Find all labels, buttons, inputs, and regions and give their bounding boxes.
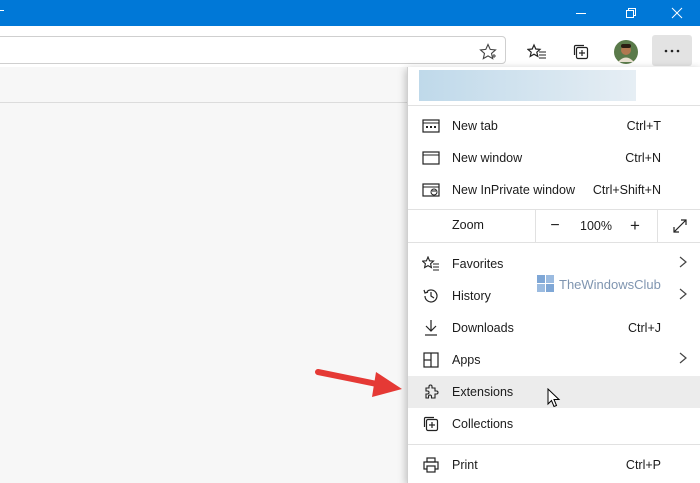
menu-item-shortcut: Ctrl+T <box>626 119 661 133</box>
menu-profile-header[interactable] <box>419 70 636 101</box>
close-icon <box>671 7 683 19</box>
minimize-button[interactable] <box>558 0 604 26</box>
menu-item-new-tab[interactable]: New tab Ctrl+T <box>408 110 700 142</box>
zoom-out-button[interactable]: − <box>541 210 569 242</box>
menu-separator <box>408 105 700 106</box>
restore-icon <box>626 8 636 18</box>
profile-button[interactable] <box>613 39 639 65</box>
new-window-icon <box>422 149 440 167</box>
collections-button[interactable] <box>570 42 592 62</box>
menu-item-label: History <box>452 289 491 303</box>
new-tab-icon <box>422 117 440 135</box>
address-bar[interactable] <box>0 36 506 64</box>
profile-avatar <box>614 40 638 64</box>
watermark-text: TheWindowsClub <box>559 276 661 292</box>
zoom-out-icon: − <box>550 217 560 234</box>
close-button[interactable] <box>654 0 700 26</box>
print-icon <box>422 456 440 474</box>
menu-item-label: New window <box>452 151 523 165</box>
mouse-cursor-icon <box>547 388 561 408</box>
title-bar-tab-edge <box>0 10 4 11</box>
favorites-icon <box>422 255 440 273</box>
menu-item-shortcut: Ctrl+J <box>628 321 661 335</box>
menu-item-label: New InPrivate window <box>452 183 575 197</box>
apps-icon <box>422 351 440 369</box>
restore-button[interactable] <box>608 0 654 26</box>
zoom-in-icon: + <box>630 216 640 235</box>
menu-item-label: Favorites <box>452 257 504 271</box>
collections-icon <box>573 44 589 60</box>
menu-separator <box>408 444 700 445</box>
zoom-value: 100% <box>580 219 612 233</box>
chevron-right-icon <box>679 255 687 273</box>
menu-item-shortcut: Ctrl+P <box>625 458 661 472</box>
zoom-row: Zoom − 100% + <box>408 210 700 242</box>
inprivate-icon <box>422 181 440 199</box>
menu-separator <box>408 242 700 243</box>
favorites-icon <box>527 43 546 59</box>
add-favorite-star-icon <box>479 43 497 60</box>
zoom-label: Zoom <box>452 218 484 232</box>
full-screen-icon <box>673 219 687 233</box>
download-icon <box>422 319 440 337</box>
title-bar <box>0 0 700 26</box>
chevron-right-icon <box>679 287 687 305</box>
favorites-button[interactable] <box>526 42 548 62</box>
more-options-icon <box>664 49 680 52</box>
zoom-divider <box>657 210 658 242</box>
menu-item-apps[interactable]: Apps <box>408 344 700 376</box>
menu-item-label: Extensions <box>452 385 514 399</box>
menu-item-new-inprivate-window[interactable]: New InPrivate window Ctrl+Shift+N <box>408 174 700 206</box>
red-arrow-annotation <box>315 369 402 397</box>
history-icon <box>422 287 440 305</box>
menu-item-label: New tab <box>452 119 498 133</box>
full-screen-button[interactable] <box>660 210 700 242</box>
settings-and-more-button[interactable] <box>652 35 692 66</box>
menu-item-label: Apps <box>452 353 481 367</box>
zoom-level: 100% <box>573 210 619 242</box>
menu-item-shortcut: Ctrl+Shift+N <box>592 183 661 197</box>
menu-item-collections[interactable]: Collections <box>408 408 700 440</box>
menu-item-print[interactable]: Print Ctrl+P <box>408 449 700 481</box>
menu-item-downloads[interactable]: Downloads Ctrl+J <box>408 312 700 344</box>
watermark: TheWindowsClub <box>537 275 661 293</box>
menu-item-label: Collections <box>452 417 514 431</box>
menu-item-label: Print <box>452 458 478 472</box>
menu-item-new-window[interactable]: New window Ctrl+N <box>408 142 700 174</box>
chevron-right-icon <box>679 351 687 369</box>
zoom-divider <box>535 210 536 242</box>
collections-icon <box>422 415 440 433</box>
menu-item-label: Downloads <box>452 321 514 335</box>
add-favorite-button[interactable] <box>478 42 498 62</box>
minimize-icon <box>576 13 586 14</box>
extensions-icon <box>422 383 440 401</box>
thewindowsclub-logo-icon <box>537 275 554 292</box>
zoom-in-button[interactable]: + <box>621 210 649 242</box>
menu-item-shortcut: Ctrl+N <box>625 151 661 165</box>
